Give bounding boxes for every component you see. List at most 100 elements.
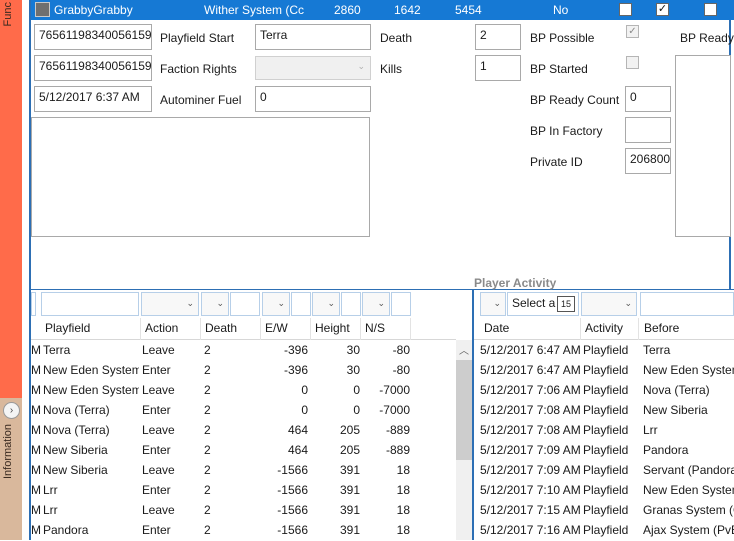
- col-before[interactable]: Before: [644, 321, 679, 335]
- information-tab-label[interactable]: Information: [2, 424, 14, 479]
- cell-activity: Playfield: [583, 363, 629, 377]
- table-row[interactable]: 5/12/2017 7:09 AM Playfield Pandora: [474, 441, 734, 461]
- cell-date: 5/12/2017 7:09 AM: [480, 443, 580, 457]
- expand-arrow-icon[interactable]: ›: [3, 402, 20, 419]
- ns-filter[interactable]: [391, 292, 411, 316]
- private-id-field[interactable]: 2068005: [625, 148, 671, 174]
- chevron-down-icon: ⌄: [377, 298, 385, 308]
- date-field[interactable]: 5/12/2017 6:37 AM: [34, 86, 152, 112]
- player-value-1: 2860: [334, 3, 361, 17]
- cell-playfield: New Siberia: [43, 463, 108, 477]
- col-activity[interactable]: Activity: [585, 321, 623, 335]
- cell-height: 205: [339, 443, 360, 457]
- left-grid-scrollbar[interactable]: ︿: [456, 340, 472, 540]
- table-row[interactable]: M Lrr Leave 2 -1566 391 18: [31, 501, 456, 521]
- bp-ready-count-field[interactable]: 0: [625, 86, 671, 112]
- row-marker: M: [31, 343, 41, 357]
- date-filter-select[interactable]: ⌄: [480, 292, 506, 316]
- row-checkbox-3[interactable]: [704, 3, 717, 16]
- player-activity-title: Player Activity: [474, 276, 557, 290]
- col-ew[interactable]: E/W: [265, 321, 288, 335]
- cell-ew: -396: [283, 343, 308, 357]
- filter-cell[interactable]: [31, 292, 36, 316]
- ew-filter[interactable]: [291, 292, 311, 316]
- bp-possible-checkbox[interactable]: ✓: [626, 25, 639, 38]
- cell-activity: Playfield: [583, 343, 629, 357]
- table-row[interactable]: 5/12/2017 7:09 AM Playfield Servant (Pando…: [474, 461, 734, 481]
- col-playfield[interactable]: Playfield: [45, 321, 90, 335]
- row-checkbox-1[interactable]: [619, 3, 632, 16]
- col-death[interactable]: Death: [205, 321, 237, 335]
- faction-rights-select[interactable]: ⌄: [255, 56, 371, 80]
- bp-in-factory-field[interactable]: [625, 117, 671, 143]
- kills-field[interactable]: 1: [475, 55, 521, 81]
- cell-activity: Playfield: [583, 443, 629, 457]
- table-row[interactable]: 5/12/2017 6:47 AM Playfield New Eden Syste…: [474, 361, 734, 381]
- height-filter[interactable]: [341, 292, 361, 316]
- playfield-start-field[interactable]: Terra: [255, 24, 371, 50]
- cell-height: 391: [339, 523, 360, 537]
- steam-id-field-1[interactable]: 76561198340056159: [34, 24, 152, 50]
- ew-filter-select[interactable]: ⌄: [262, 292, 290, 316]
- table-row[interactable]: M New Siberia Leave 2 -1566 391 18: [31, 461, 456, 481]
- bp-possible-label: BP Possible: [530, 31, 595, 45]
- table-row[interactable]: M New Eden System Leave 2 0 0 -7000: [31, 381, 456, 401]
- table-row[interactable]: 5/12/2017 7:06 AM Playfield Nova (Terra): [474, 381, 734, 401]
- before-filter[interactable]: [640, 292, 734, 316]
- cell-before: New Eden System: [643, 483, 734, 497]
- death-filter[interactable]: [230, 292, 260, 316]
- col-date[interactable]: Date: [484, 321, 509, 335]
- cell-playfield: Terra: [43, 343, 71, 357]
- activity-filter-select[interactable]: ⌄: [581, 292, 637, 316]
- playfield-filter[interactable]: [41, 292, 139, 316]
- steam-id-field-2[interactable]: 76561198340056159: [34, 55, 152, 81]
- cell-death: 2: [204, 343, 211, 357]
- cell-before: Granas System (C: [643, 503, 734, 517]
- col-separator: [260, 318, 261, 340]
- table-row[interactable]: M Terra Leave 2 -396 30 -80: [31, 341, 456, 361]
- cell-ns: 18: [396, 463, 410, 477]
- death-label: Death: [380, 31, 413, 45]
- autominer-fuel-field[interactable]: 0: [255, 86, 371, 112]
- table-row[interactable]: M Nova (Terra) Leave 2 464 205 -889: [31, 421, 456, 441]
- col-ns[interactable]: N/S: [365, 321, 385, 335]
- table-row[interactable]: 5/12/2017 7:16 AM Playfield Ajax System (P…: [474, 521, 734, 541]
- cell-ew: -1566: [277, 483, 308, 497]
- selected-player-row[interactable]: GrabbyGrabby Wither System (Cc 2860 1642…: [31, 0, 734, 20]
- col-action[interactable]: Action: [145, 321, 178, 335]
- bp-ready-label: BP Ready: [680, 31, 734, 45]
- cell-playfield: New Eden System: [43, 383, 139, 397]
- table-row[interactable]: M Nova (Terra) Enter 2 0 0 -7000: [31, 401, 456, 421]
- calendar-icon[interactable]: 15: [557, 296, 575, 312]
- cell-before: New Eden System: [643, 363, 734, 377]
- kills-label: Kills: [380, 62, 403, 76]
- ns-filter-select[interactable]: ⌄: [362, 292, 390, 316]
- date-filter-picker[interactable]: Select a 15: [507, 292, 579, 316]
- cell-action: Enter: [142, 443, 171, 457]
- faction-rights-label: Faction Rights: [160, 62, 237, 76]
- col-height[interactable]: Height: [315, 321, 350, 335]
- cell-before: Ajax System (PvE): [643, 523, 734, 537]
- death-filter-select[interactable]: ⌄: [201, 292, 229, 316]
- table-row[interactable]: 5/12/2017 7:15 AM Playfield Granas System …: [474, 501, 734, 521]
- functions-panel-tab[interactable]: Func: [0, 0, 22, 398]
- player-value-2: 1642: [394, 3, 421, 17]
- table-row[interactable]: M Lrr Enter 2 -1566 391 18: [31, 481, 456, 501]
- scroll-up-icon[interactable]: ︿: [459, 342, 469, 357]
- action-filter-select[interactable]: ⌄: [141, 292, 199, 316]
- height-filter-select[interactable]: ⌄: [312, 292, 340, 316]
- bp-ready-list[interactable]: [675, 55, 731, 237]
- table-row[interactable]: M New Eden System Enter 2 -396 30 -80: [31, 361, 456, 381]
- cell-ns: -889: [385, 423, 410, 437]
- notes-textarea[interactable]: [31, 117, 370, 237]
- scrollbar-thumb[interactable]: [456, 360, 472, 460]
- table-row[interactable]: 5/12/2017 7:08 AM Playfield New Siberia: [474, 401, 734, 421]
- table-row[interactable]: M Pandora Enter 2 -1566 391 18: [31, 521, 456, 541]
- row-checkbox-2[interactable]: ✓: [656, 3, 669, 16]
- table-row[interactable]: M New Siberia Enter 2 464 205 -889: [31, 441, 456, 461]
- table-row[interactable]: 5/12/2017 6:47 AM Playfield Terra: [474, 341, 734, 361]
- bp-started-checkbox[interactable]: [626, 56, 639, 69]
- table-row[interactable]: 5/12/2017 7:10 AM Playfield New Eden Syste…: [474, 481, 734, 501]
- death-field[interactable]: 2: [475, 24, 521, 50]
- table-row[interactable]: 5/12/2017 7:08 AM Playfield Lrr: [474, 421, 734, 441]
